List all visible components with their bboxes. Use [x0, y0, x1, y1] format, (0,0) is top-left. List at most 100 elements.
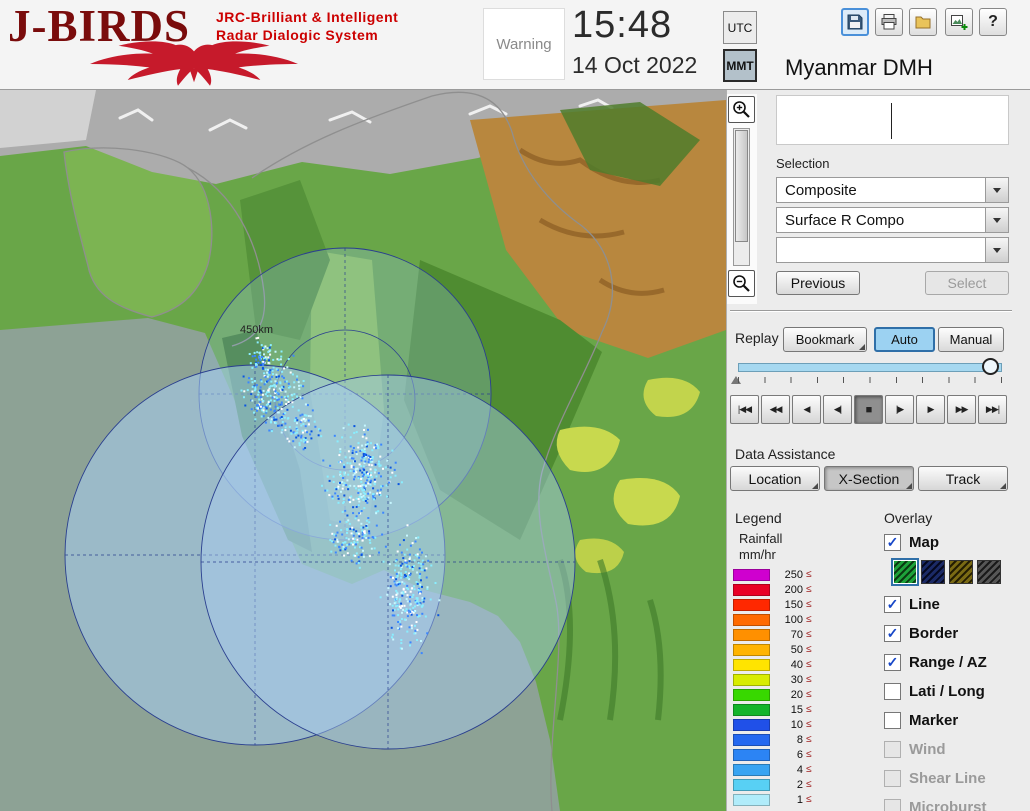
- radar-map[interactable]: 450km: [0, 90, 726, 811]
- zoom-in-icon: [733, 101, 750, 118]
- playback-play-reverse-button[interactable]: ◀: [792, 395, 821, 424]
- control-panel: Selection Composite Surface R Compo Prev…: [726, 90, 1030, 811]
- legend-row: 40 ≤: [733, 657, 812, 672]
- legend-color-swatch: [733, 583, 770, 596]
- playback-skip-start-button[interactable]: |◀◀: [730, 395, 759, 424]
- printer-icon: [881, 14, 897, 30]
- marker-checkbox[interactable]: [884, 712, 901, 729]
- da-x-section-button[interactable]: X-Section: [824, 466, 914, 491]
- overlay-item-label: Wind: [909, 741, 946, 758]
- legend-row: 4 ≤: [733, 762, 812, 777]
- eagle-logo-icon: [90, 41, 298, 86]
- legend-color-swatch: [733, 658, 770, 671]
- save-button[interactable]: [841, 8, 869, 36]
- overlay-item-label: Microburst: [909, 799, 987, 811]
- print-button[interactable]: [875, 8, 903, 36]
- legend-color-swatch: [733, 688, 770, 701]
- overlay-list: ✓ Map ✓ Line ✓ Border ✓ Range / AZ Lati / Long Ma…: [884, 528, 1030, 811]
- lati-long-checkbox[interactable]: [884, 683, 901, 700]
- border-checkbox[interactable]: ✓: [884, 625, 901, 642]
- overlay-item-range-az[interactable]: ✓ Range / AZ: [884, 648, 1030, 677]
- clock-date: 14 Oct 2022: [572, 52, 698, 78]
- legend-suffix: ≤: [806, 779, 812, 790]
- map-style-swatch-2[interactable]: [921, 560, 945, 584]
- zoom-in-button[interactable]: [728, 96, 755, 123]
- overlay-item-marker[interactable]: Marker: [884, 706, 1030, 735]
- legend-color-swatch: [733, 643, 770, 656]
- legend-value: 150: [784, 598, 803, 611]
- playback-fast-rewind-button[interactable]: ◀◀: [761, 395, 790, 424]
- mmt-button[interactable]: MMT: [723, 49, 757, 82]
- capture-button[interactable]: [945, 8, 973, 36]
- help-button[interactable]: ?: [979, 8, 1007, 36]
- bookmark-button[interactable]: Bookmark: [783, 327, 867, 352]
- map-style-swatch-1[interactable]: [891, 558, 919, 586]
- zoom-scrollbar-thumb[interactable]: [735, 130, 748, 242]
- map-color-swatches: [891, 558, 1030, 586]
- zoom-scrollbar[interactable]: [733, 128, 750, 266]
- playback-skip-end-button[interactable]: ▶▶|: [978, 395, 1007, 424]
- legend-row: 20 ≤: [733, 687, 812, 702]
- legend-suffix: ≤: [806, 674, 812, 685]
- playback-step-forward-button[interactable]: |▶: [885, 395, 914, 424]
- playback-play-button[interactable]: ▶: [916, 395, 945, 424]
- overlay-item-lati-long[interactable]: Lati / Long: [884, 677, 1030, 706]
- chevron-down-icon[interactable]: [985, 238, 1008, 262]
- replay-slider-thumb[interactable]: [982, 358, 999, 375]
- legend-row: 50 ≤: [733, 642, 812, 657]
- range-az-checkbox[interactable]: ✓: [884, 654, 901, 671]
- clock-time: 15:48: [572, 4, 673, 46]
- open-folder-button[interactable]: [909, 8, 937, 36]
- legend-value: 2: [796, 778, 803, 791]
- chevron-down-icon[interactable]: [985, 208, 1008, 232]
- overlay-item-line[interactable]: ✓ Line: [884, 590, 1030, 619]
- legend-row: 100 ≤: [733, 612, 812, 627]
- playback-step-back-button[interactable]: ◀|: [823, 395, 852, 424]
- legend-rows: 250 ≤200 ≤150 ≤100 ≤70 ≤50 ≤40 ≤30 ≤20 ≤15 ≤10 ≤8 ≤6…: [733, 567, 812, 807]
- playback-fast-forward-button[interactable]: ▶▶: [947, 395, 976, 424]
- chevron-down-icon[interactable]: [985, 178, 1008, 202]
- auto-button[interactable]: Auto: [874, 327, 935, 352]
- zoom-out-button[interactable]: [728, 270, 755, 297]
- product-dropdown[interactable]: Surface R Compo: [776, 207, 1009, 233]
- overlay-label: Overlay: [884, 510, 933, 526]
- microburst-checkbox: [884, 799, 901, 811]
- overlay-item-map[interactable]: ✓ Map: [884, 528, 1030, 557]
- warning-button[interactable]: Warning: [483, 8, 565, 80]
- selection-display-box[interactable]: [776, 95, 1009, 145]
- zoom-out-icon: [733, 275, 750, 292]
- map-style-swatch-4[interactable]: [977, 560, 1001, 584]
- legend-value: 200: [784, 583, 803, 596]
- product-option-dropdown[interactable]: [776, 237, 1009, 263]
- replay-label: Replay: [735, 330, 779, 346]
- da-location-button[interactable]: Location: [730, 466, 820, 491]
- legend-row: 2 ≤: [733, 777, 812, 792]
- utc-button[interactable]: UTC: [723, 11, 757, 44]
- product-type-dropdown[interactable]: Composite: [776, 177, 1009, 203]
- overlay-item-border[interactable]: ✓ Border: [884, 619, 1030, 648]
- legend-color-swatch: [733, 778, 770, 791]
- line-checkbox[interactable]: ✓: [884, 596, 901, 613]
- legend-suffix: ≤: [806, 734, 812, 745]
- replay-slider-track[interactable]: [738, 363, 1002, 372]
- capture-image-icon: [951, 15, 968, 30]
- legend-color-swatch: [733, 793, 770, 806]
- map-checkbox[interactable]: ✓: [884, 534, 901, 551]
- overlay-item-label: Lati / Long: [909, 683, 985, 700]
- legend-suffix: ≤: [806, 704, 812, 715]
- manual-button[interactable]: Manual: [938, 327, 1004, 352]
- previous-button[interactable]: Previous: [776, 271, 860, 295]
- legend-color-swatch: [733, 613, 770, 626]
- legend-suffix: ≤: [806, 614, 812, 625]
- legend-row: 8 ≤: [733, 732, 812, 747]
- da-track-button[interactable]: Track: [918, 466, 1008, 491]
- legend-suffix: ≤: [806, 599, 812, 610]
- map-style-swatch-3[interactable]: [949, 560, 973, 584]
- legend-label: Legend: [735, 510, 782, 526]
- save-icon: [847, 14, 863, 30]
- legend-row: 1 ≤: [733, 792, 812, 807]
- shear-line-checkbox: [884, 770, 901, 787]
- legend-suffix: ≤: [806, 689, 812, 700]
- playback-stop-button[interactable]: ■: [854, 395, 883, 424]
- legend-suffix: ≤: [806, 569, 812, 580]
